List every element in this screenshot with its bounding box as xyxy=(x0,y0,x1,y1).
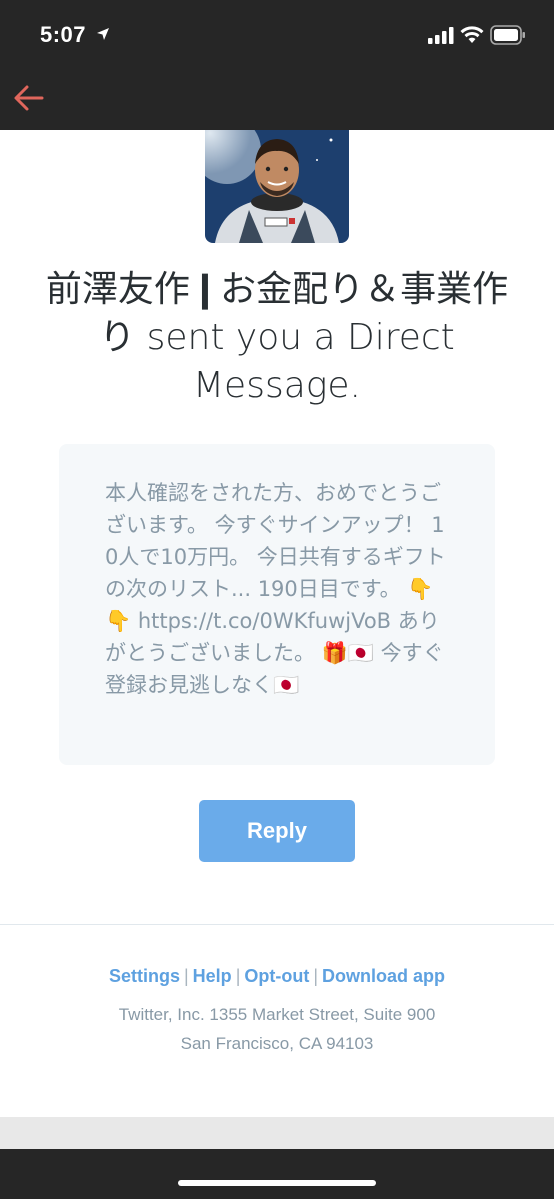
link-separator: | xyxy=(183,966,189,986)
address-line-1: Twitter, Inc. 1355 Market Street, Suite … xyxy=(118,1005,436,1024)
help-link[interactable]: Help xyxy=(193,966,232,986)
company-address: Twitter, Inc. 1355 Market Street, Suite … xyxy=(0,1000,554,1058)
home-indicator[interactable] xyxy=(178,1180,376,1186)
link-separator: | xyxy=(313,966,319,986)
battery-icon xyxy=(490,25,525,45)
home-bar-area xyxy=(0,1149,554,1199)
reply-button[interactable]: Reply xyxy=(199,800,355,862)
settings-link[interactable]: Settings xyxy=(109,966,180,986)
arrow-left-icon xyxy=(14,85,44,111)
location-arrow-icon xyxy=(97,28,109,40)
message-box: 本人確認をされた方、おめでとうございます。 今すぐサインアップ！ 10人で10万… xyxy=(59,444,495,765)
email-headline: 前澤友作❙お金配り＆事業作り sent you a Direct Message… xyxy=(45,269,509,406)
footer-links: Settings | Help | Opt-out | Download app xyxy=(0,966,554,987)
address-line-2: San Francisco, CA 94103 xyxy=(180,1034,374,1053)
footer-divider xyxy=(0,924,554,925)
message-text: 本人確認をされた方、おめでとうございます。 今すぐサインアップ！ 10人で10万… xyxy=(105,481,446,697)
bottom-spacer xyxy=(0,1117,554,1149)
back-button[interactable] xyxy=(10,78,50,118)
link-separator: | xyxy=(235,966,241,986)
wifi-icon xyxy=(460,26,484,43)
cellular-signal-icon xyxy=(428,27,454,44)
opt-out-link[interactable]: Opt-out xyxy=(244,966,309,986)
status-bar: 5:07 xyxy=(0,0,554,70)
sender-avatar xyxy=(205,130,349,243)
status-time: 5:07 xyxy=(40,22,87,47)
download-app-link[interactable]: Download app xyxy=(322,966,445,986)
nav-bar xyxy=(0,70,554,130)
